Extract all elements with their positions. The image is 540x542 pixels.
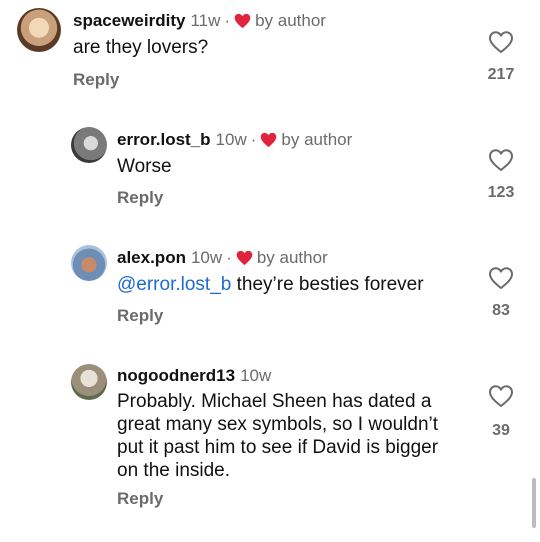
comment-text-line: Probably. Michael Sheen has dated a: [117, 391, 432, 412]
reply-button[interactable]: Reply: [117, 188, 163, 208]
heart-outline-icon[interactable]: [488, 148, 514, 172]
reply-button[interactable]: Reply: [117, 489, 163, 509]
avatar[interactable]: [17, 8, 61, 52]
avatar[interactable]: [71, 127, 107, 163]
heart-icon: [234, 13, 251, 29]
like-count: 123: [487, 184, 515, 201]
reply-button[interactable]: Reply: [73, 70, 119, 90]
heart-outline-icon[interactable]: [488, 30, 514, 54]
like-count: 39: [492, 422, 510, 439]
avatar[interactable]: [71, 245, 107, 281]
comment-text: Probably. Michael Sheen has dated a grea…: [117, 390, 438, 482]
heart-outline-icon[interactable]: [488, 266, 514, 290]
heart-icon: [236, 250, 253, 266]
comment-meta: nogoodnerd13 10w: [117, 366, 271, 386]
timestamp: 10w: [190, 248, 223, 267]
separator: ·: [224, 11, 231, 30]
comment-text-line: put it past him to see if David is bigge…: [117, 437, 439, 458]
comment-text-line: on the inside.: [117, 460, 231, 481]
heart-icon: [261, 132, 277, 148]
username[interactable]: spaceweirdity: [73, 11, 185, 31]
timestamp: 10w: [215, 130, 247, 149]
comment-meta: alex.pon 10w · by author: [117, 248, 328, 268]
like-count: 83: [492, 302, 510, 319]
comment-text-body: they’re besties forever: [236, 274, 424, 295]
timestamp: 11w: [190, 11, 221, 30]
liked-by-author-label: by author: [255, 11, 326, 30]
liked-by-author-label: by author: [256, 248, 328, 267]
username[interactable]: nogoodnerd13: [117, 366, 235, 386]
liked-by-author-label: by author: [281, 130, 353, 149]
separator: ·: [250, 130, 257, 149]
comment-text: are they lovers?: [73, 37, 209, 58]
comment-text: @error.lost_b they’re besties forever: [117, 273, 424, 296]
timestamp: 10w: [240, 366, 272, 385]
username[interactable]: alex.pon: [117, 248, 186, 268]
heart-outline-icon[interactable]: [488, 384, 514, 408]
comment-text: Worse: [117, 156, 172, 177]
user-mention-link[interactable]: @error.lost_b: [117, 274, 231, 295]
comment-meta: error.lost_b 10w · by author: [117, 130, 352, 150]
reply-button[interactable]: Reply: [117, 306, 163, 326]
scrollbar[interactable]: [532, 478, 536, 528]
comment-text-line: great many sex symbols, so I wouldn’t: [117, 414, 439, 435]
like-count: 217: [487, 66, 515, 83]
avatar[interactable]: [71, 364, 107, 400]
separator: ·: [226, 248, 232, 267]
comment-meta: spaceweirdity 11w · by author: [73, 11, 326, 31]
username[interactable]: error.lost_b: [117, 130, 211, 150]
